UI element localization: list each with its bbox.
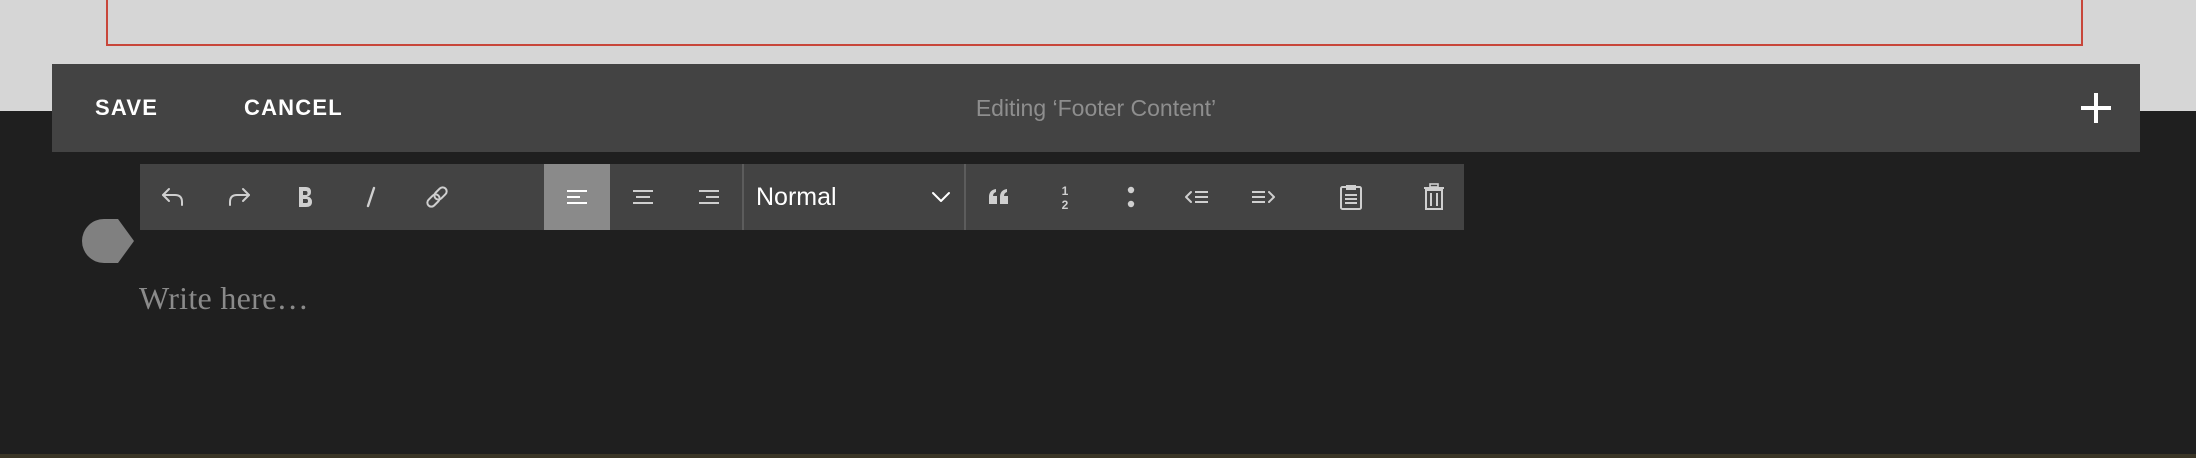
block-drag-handle-icon[interactable] — [82, 219, 134, 263]
plus-icon — [2081, 93, 2111, 123]
undo-button[interactable] — [140, 164, 206, 230]
trash-icon — [1424, 183, 1444, 210]
align-right-button[interactable] — [676, 164, 742, 230]
format-select-value: Normal — [756, 183, 837, 211]
paragraph-format-select[interactable]: Normal — [744, 164, 966, 230]
outdent-button[interactable] — [1164, 164, 1230, 230]
clipboard-icon — [1340, 185, 1362, 210]
redo-button[interactable] — [206, 164, 272, 230]
rich-text-toolbar: Normal 1 2 — [140, 164, 1464, 230]
numbered-list-icon: 1 2 — [1062, 184, 1069, 212]
editor-header: SAVE CANCEL Editing ‘Footer Content’ — [52, 64, 2140, 152]
align-right-icon — [699, 190, 719, 204]
add-block-button[interactable] — [2078, 90, 2114, 126]
blockquote-button[interactable] — [966, 164, 1032, 230]
align-left-button[interactable] — [544, 164, 610, 230]
page-bottom-edge — [0, 454, 2196, 458]
indent-icon — [1252, 191, 1275, 203]
bulleted-list-button[interactable] — [1098, 164, 1164, 230]
numbered-list-button[interactable]: 1 2 — [1032, 164, 1098, 230]
align-left-icon — [567, 190, 587, 204]
chevron-down-icon — [932, 192, 950, 202]
align-center-button[interactable] — [610, 164, 676, 230]
align-center-icon — [633, 190, 653, 204]
bold-icon — [299, 187, 312, 207]
bold-button[interactable] — [272, 164, 338, 230]
svg-text:2: 2 — [1062, 198, 1069, 212]
paste-button[interactable] — [1318, 164, 1384, 230]
outdent-icon — [1185, 191, 1208, 203]
italic-button[interactable] — [338, 164, 404, 230]
editor-text-area[interactable]: Write here… — [139, 278, 309, 318]
redo-icon — [229, 188, 250, 206]
editor-panel: SAVE CANCEL Editing ‘Footer Content’ Nor… — [52, 64, 2140, 458]
italic-icon — [366, 186, 376, 208]
delete-block-button[interactable] — [1404, 164, 1464, 230]
indent-button[interactable] — [1230, 164, 1296, 230]
link-button[interactable] — [404, 164, 470, 230]
editing-title: Editing ‘Footer Content’ — [975, 95, 1217, 121]
svg-text:1: 1 — [1062, 184, 1069, 198]
undo-icon — [162, 188, 183, 206]
quote-icon — [989, 189, 1008, 204]
selected-block-outline — [106, 0, 2083, 46]
bulleted-list-icon — [1127, 186, 1135, 208]
link-icon — [426, 186, 448, 208]
